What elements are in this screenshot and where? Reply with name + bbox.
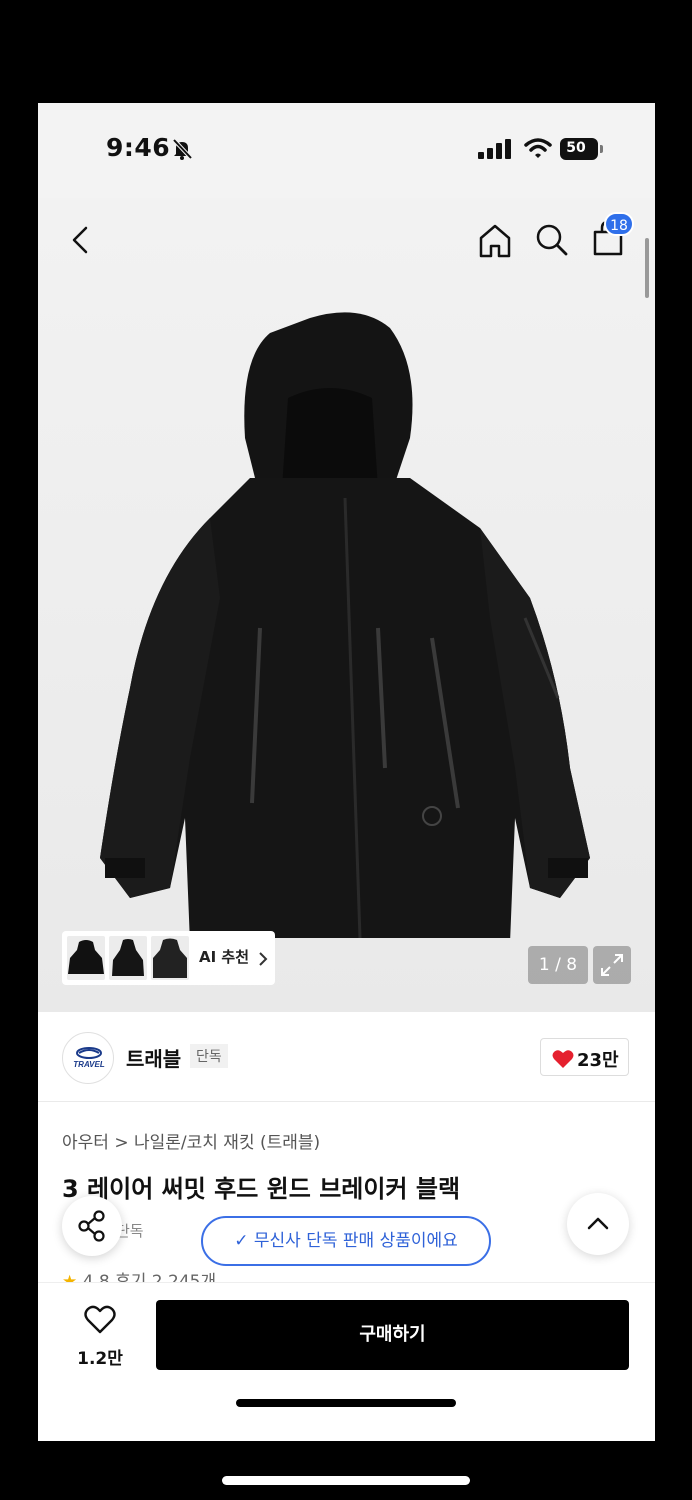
outer-home-indicator	[222, 1476, 470, 1485]
brand-like-count: 23만	[577, 1050, 619, 1071]
heart-filled-icon	[552, 1050, 574, 1068]
battery-level: 50	[566, 140, 586, 156]
wishlist-button[interactable]: 1.2만	[72, 1301, 128, 1373]
share-button[interactable]	[62, 1196, 122, 1256]
brand-name[interactable]: 트래블	[126, 1043, 181, 1072]
heart-outline-icon	[84, 1305, 116, 1334]
expand-icon	[601, 954, 623, 976]
ai-thumb-2[interactable]	[109, 936, 147, 980]
bottom-purchase-bar: 1.2만 구매하기	[38, 1282, 655, 1441]
expand-button[interactable]	[593, 946, 631, 984]
product-image-carousel[interactable]: 18 AI 추천 1 / 8	[38, 198, 655, 1012]
chevron-up-icon	[587, 1217, 609, 1230]
jacket-product-photo	[100, 312, 590, 938]
scroll-to-top-button[interactable]	[567, 1193, 629, 1255]
toast-text: 무신사 단독 판매 상품이에요	[253, 1231, 458, 1251]
exclusive-tag: 단독	[190, 1044, 228, 1068]
share-icon	[78, 1210, 105, 1242]
rating-row[interactable]: ★ 4.8 후기 2,245개	[62, 1267, 216, 1283]
ai-recommend-label: AI 추천	[199, 948, 250, 966]
breadcrumb[interactable]: 아우터 > 나일론/코치 재킷 (트래블)	[62, 1128, 320, 1153]
chevron-right-icon	[259, 952, 268, 966]
ai-recommend-strip[interactable]: AI 추천	[62, 931, 275, 985]
buy-button[interactable]: 구매하기	[156, 1300, 629, 1370]
image-page-counter: 1 / 8	[528, 946, 588, 984]
ai-thumb-1[interactable]	[67, 936, 105, 980]
app-screen: 9:46 50 18 AI 추천 1 / 8 TRAVEL 트래블 단독 23만…	[38, 103, 655, 1441]
brand-logo[interactable]: TRAVEL	[62, 1032, 114, 1084]
brand-row[interactable]: TRAVEL 트래블 단독 23만	[38, 1012, 655, 1102]
status-time: 9:46	[106, 133, 171, 162]
status-bar: 9:46 50	[38, 103, 655, 198]
battery-cap	[600, 145, 603, 153]
scroll-indicator	[645, 238, 649, 298]
cart-count-badge: 18	[604, 212, 634, 236]
battery-icon: 50	[560, 138, 598, 160]
wifi-icon	[524, 138, 552, 158]
back-icon[interactable]	[66, 220, 96, 260]
check-icon: ✓	[234, 1231, 254, 1251]
brand-logo-text: TRAVEL	[73, 1060, 105, 1069]
signal-icon	[478, 139, 511, 159]
exclusive-toast: ✓ 무신사 단독 판매 상품이에요	[201, 1216, 491, 1266]
ai-thumb-3[interactable]	[151, 936, 189, 980]
bell-off-icon	[172, 138, 193, 160]
brand-like-button[interactable]: 23만	[540, 1038, 629, 1076]
home-icon[interactable]	[477, 220, 513, 260]
home-indicator	[236, 1399, 456, 1407]
wishlist-count: 1.2만	[77, 1349, 123, 1369]
search-icon[interactable]	[534, 220, 570, 260]
